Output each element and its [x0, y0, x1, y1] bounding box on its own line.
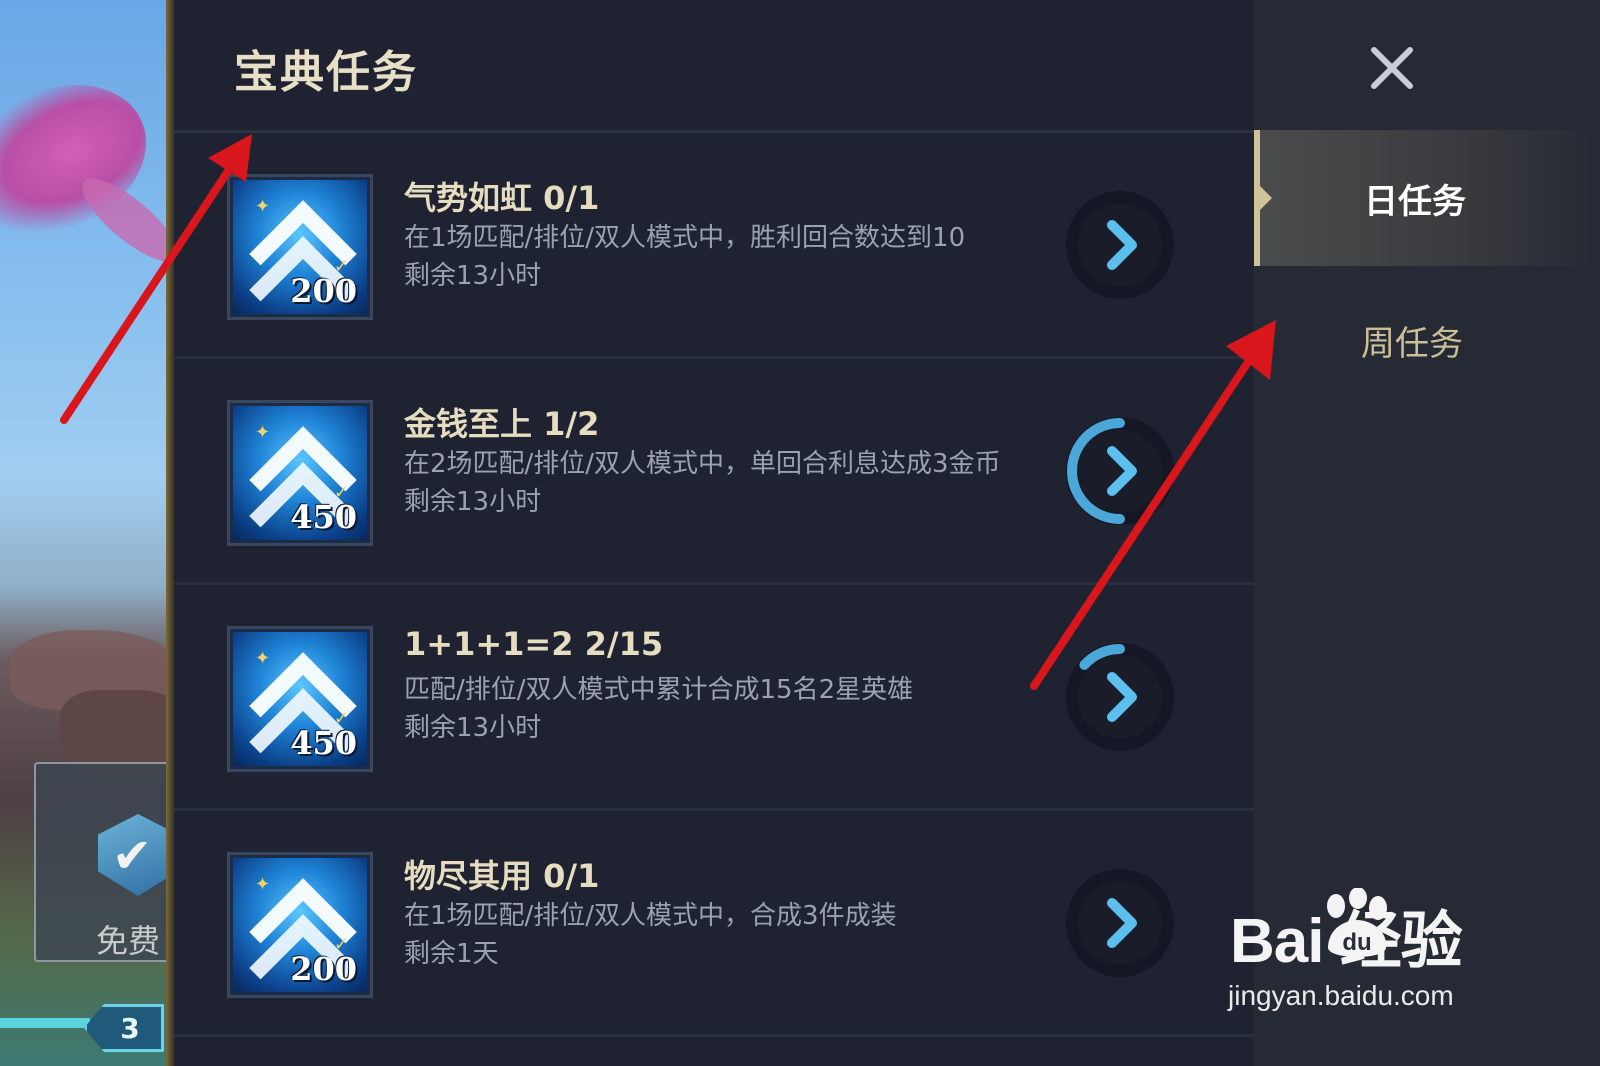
tab-label: 周任务: [1361, 323, 1463, 364]
paw-icon: du: [1327, 888, 1387, 957]
task-description: 匹配/排位/双人模式中累计合成15名2星英雄: [404, 675, 914, 705]
task-time-remaining: 剩余1天: [404, 939, 499, 969]
tab-daily[interactable]: 日任务: [1254, 130, 1600, 266]
svg-text:du: du: [1342, 929, 1371, 956]
task-row[interactable]: ✦ ✓ 200 气势如虹 0/1 在1场匹配/排位/双人模式中，胜利回合数达到1…: [174, 133, 1254, 359]
reward-amount: 450: [290, 724, 357, 762]
task-name: 物尽其用 0/1: [404, 857, 600, 895]
quest-panel: 宝典任务 ✦ ✓ 200 气势如虹 0/1 在1场匹配/排位/双人模式中，胜利回…: [174, 0, 1254, 1066]
chevron-right-icon: [1066, 191, 1174, 299]
task-description: 在2场匹配/排位/双人模式中，单回合利息达成3金币: [404, 449, 1001, 479]
reward-amount: 200: [290, 950, 357, 988]
reward-amount: 450: [290, 498, 357, 536]
task-name: 金钱至上 1/2: [404, 405, 600, 443]
reward-icon: ✦ ✓ 200: [230, 177, 370, 317]
task-go-button[interactable]: [1064, 415, 1176, 527]
reward-amount: 200: [290, 272, 357, 310]
task-name: 气势如虹 0/1: [404, 179, 600, 217]
close-icon: [1371, 47, 1413, 89]
task-go-button[interactable]: [1064, 641, 1176, 753]
reward-icon: ✦ ✓ 450: [230, 403, 370, 543]
task-row[interactable]: ✦ ✓ 450 金钱至上 1/2 在2场匹配/排位/双人模式中，单回合利息达成3…: [174, 359, 1254, 585]
task-row[interactable]: ✦ ✓ 450 1+1+1=2 2/15 匹配/排位/双人模式中累计合成15名2…: [174, 585, 1254, 811]
task-time-remaining: 剩余13小时: [404, 487, 542, 517]
chevron-right-icon: [1066, 869, 1174, 977]
task-go-button[interactable]: [1064, 867, 1176, 979]
watermark-url: jingyan.baidu.com: [1228, 980, 1454, 1011]
free-label: 免费: [96, 922, 161, 960]
panel-border: [166, 0, 174, 1066]
watermark: Bai 经验 du jingyan.baidu.com: [1212, 884, 1532, 1024]
task-time-remaining: 剩余13小时: [404, 261, 542, 291]
task-time-remaining: 剩余13小时: [404, 713, 542, 743]
task-description: 在1场匹配/排位/双人模式中，合成3件成装: [404, 901, 897, 931]
reward-icon: ✦ ✓ 450: [230, 629, 370, 769]
tab-weekly[interactable]: 周任务: [1254, 272, 1600, 408]
task-go-button[interactable]: [1064, 189, 1176, 301]
task-name: 1+1+1=2 2/15: [404, 625, 664, 663]
page-title: 宝典任务: [234, 47, 418, 98]
reward-icon: ✦ ✓ 200: [230, 855, 370, 995]
task-list: ✦ ✓ 200 气势如虹 0/1 在1场匹配/排位/双人模式中，胜利回合数达到1…: [174, 133, 1254, 1037]
close-button[interactable]: [1364, 40, 1420, 96]
chevron-right-icon: [1066, 643, 1174, 751]
task-row[interactable]: ✦ ✓ 200 物尽其用 0/1 在1场匹配/排位/双人模式中，合成3件成装 剩…: [174, 811, 1254, 1037]
xp-bar: [0, 1018, 90, 1028]
tab-label: 日任务: [1364, 181, 1466, 222]
task-description: 在1场匹配/排位/双人模式中，胜利回合数达到10: [404, 223, 966, 253]
chevron-right-icon: [1066, 417, 1174, 525]
